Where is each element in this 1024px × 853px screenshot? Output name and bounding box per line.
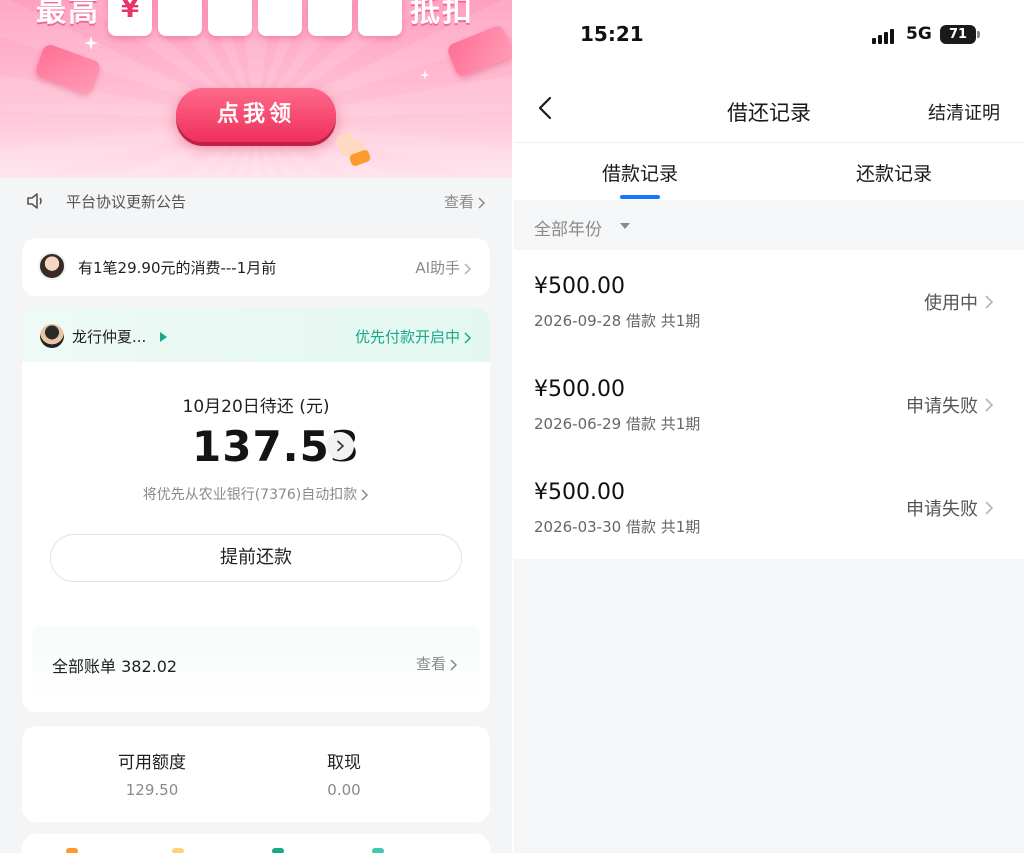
network-type: 5G: [906, 24, 932, 44]
promo-banner[interactable]: 最高 ¥ 抵扣 点我领: [0, 0, 512, 178]
active-tab-indicator: [620, 195, 660, 199]
announcement-bar[interactable]: 平台协议更新公告 查看: [0, 178, 512, 224]
chevron-right-icon: [336, 440, 345, 452]
record-detail: 2026-03-30 借款 共1期: [534, 518, 701, 536]
shortcut-icon[interactable]: [172, 848, 184, 853]
record-status: 申请失败: [906, 499, 978, 520]
cash-withdrawal[interactable]: 取现 0.00: [264, 748, 424, 799]
list-item[interactable]: ¥500.00 2026-03-30 借款 共1期 申请失败: [514, 456, 1024, 559]
priority-payment-status[interactable]: 优先付款开启中: [355, 326, 472, 347]
announcement-view-label: 查看: [443, 193, 474, 211]
record-status: 使用中: [924, 293, 978, 314]
year-filter[interactable]: 全部年份: [514, 200, 1024, 250]
clock-time: 15:21: [580, 22, 644, 46]
chevron-right-icon: [478, 196, 486, 209]
user-name: 龙行仲夏...: [72, 328, 147, 346]
all-bills-view-link[interactable]: 查看: [416, 653, 458, 674]
available-limit-label: 可用额度: [118, 753, 186, 773]
priority-payment-label: 优先付款开启中: [354, 328, 460, 346]
record-amount: ¥500.00: [534, 377, 625, 402]
battery-icon: 71: [940, 25, 976, 44]
banner-digit-box: [308, 0, 352, 36]
record-amount: ¥500.00: [534, 274, 625, 299]
speaker-icon: [27, 193, 42, 209]
banner-headline-left: 最高: [36, 0, 100, 29]
shortcut-icon[interactable]: [66, 848, 78, 853]
chevron-right-icon: [985, 398, 994, 412]
due-date-label: 10月20日待还 (元): [182, 397, 330, 417]
chevron-right-icon: [985, 295, 994, 309]
ai-assistant-link[interactable]: AI助手: [415, 257, 472, 278]
battery-tip: [977, 31, 980, 38]
list-item[interactable]: ¥500.00 2026-09-28 借款 共1期 使用中: [514, 250, 1024, 353]
caret-down-icon: [620, 223, 630, 229]
available-limit[interactable]: 可用额度 129.50: [72, 748, 232, 799]
record-status: 申请失败: [906, 396, 978, 417]
signal-icon: [872, 28, 898, 44]
tab-repay-records[interactable]: 还款记录: [814, 159, 974, 186]
settlement-certificate-link[interactable]: 结清证明: [928, 99, 1000, 125]
pointing-hand-icon: [335, 133, 371, 166]
tab-borrow-records[interactable]: 借款记录: [560, 159, 720, 186]
chevron-right-icon: [450, 658, 458, 671]
play-triangle-icon: [160, 332, 167, 342]
loan-record-list: ¥500.00 2026-09-28 借款 共1期 使用中 ¥500.00 20…: [514, 250, 1024, 559]
banner-digit-box: ¥: [108, 0, 152, 36]
all-bills-row[interactable]: 全部账单 382.02 查看: [32, 626, 480, 700]
chevron-right-icon: [361, 489, 369, 501]
chevron-right-icon: [464, 262, 472, 275]
record-detail: 2026-09-28 借款 共1期: [534, 312, 701, 330]
claim-button[interactable]: 点我领: [176, 88, 336, 142]
status-bar: 15:21 5G 71: [514, 0, 1024, 72]
cash-withdrawal-value: 0.00: [327, 781, 361, 799]
navigation-bar: 借还记录 结清证明: [514, 72, 1024, 142]
banner-digit-box: [258, 0, 302, 36]
banner-headline-right: 抵扣: [410, 0, 474, 29]
sparkle-icon: [84, 36, 98, 50]
auto-debit-text: 将优先从农业银行(7376)自动扣款: [142, 487, 358, 503]
due-detail-button[interactable]: [326, 432, 354, 460]
credit-limit-card: 可用额度 129.50 取现 0.00: [22, 726, 490, 822]
announcement-text: 平台协议更新公告: [66, 193, 187, 211]
banner-digit-box: [358, 0, 402, 36]
all-bills-view-label: 查看: [415, 655, 446, 673]
repayment-card-header[interactable]: 龙行仲夏... 优先付款开启中: [22, 308, 490, 362]
sparkle-icon: [420, 70, 430, 80]
shortcut-strip: [22, 834, 490, 853]
ai-assistant-card[interactable]: 有1笔29.90元的消费---1月前 AI助手: [22, 238, 490, 296]
record-tabs: 借款记录 还款记录: [514, 142, 1024, 200]
shortcut-icon[interactable]: [272, 848, 284, 853]
announcement-view-link[interactable]: 查看: [444, 191, 486, 212]
year-filter-label: 全部年份: [534, 220, 602, 240]
repayment-card: 龙行仲夏... 优先付款开启中 10月20日待还 (元) 137.53 将优先从…: [22, 308, 490, 712]
auto-debit-link[interactable]: 将优先从农业银行(7376)自动扣款: [22, 484, 490, 504]
list-item[interactable]: ¥500.00 2026-06-29 借款 共1期 申请失败: [514, 353, 1024, 456]
ai-assistant-label: AI助手: [415, 259, 460, 277]
ai-avatar: [38, 252, 66, 280]
ai-message-text: 有1笔29.90元的消费---1月前: [78, 259, 277, 277]
early-repay-button[interactable]: 提前还款: [50, 534, 462, 582]
record-amount: ¥500.00: [534, 480, 625, 505]
cash-withdrawal-label: 取现: [327, 753, 361, 773]
all-bills-label: 全部账单 382.02: [52, 657, 178, 676]
shortcut-icon[interactable]: [372, 848, 384, 853]
chevron-right-icon: [985, 501, 994, 515]
right-screen: 15:21 5G 71 借还记录 结清证明 借款记录 还款记录 全部年份 ¥50…: [514, 0, 1024, 853]
record-detail: 2026-06-29 借款 共1期: [534, 415, 701, 433]
banner-digit-box: [158, 0, 202, 36]
left-screen: 最高 ¥ 抵扣 点我领 平台协议更新公告 查看 有1笔29.90元的消费---1…: [0, 0, 512, 853]
banner-digit-box: [208, 0, 252, 36]
chevron-right-icon: [464, 331, 472, 344]
avatar: [40, 324, 64, 348]
available-limit-value: 129.50: [125, 781, 179, 799]
